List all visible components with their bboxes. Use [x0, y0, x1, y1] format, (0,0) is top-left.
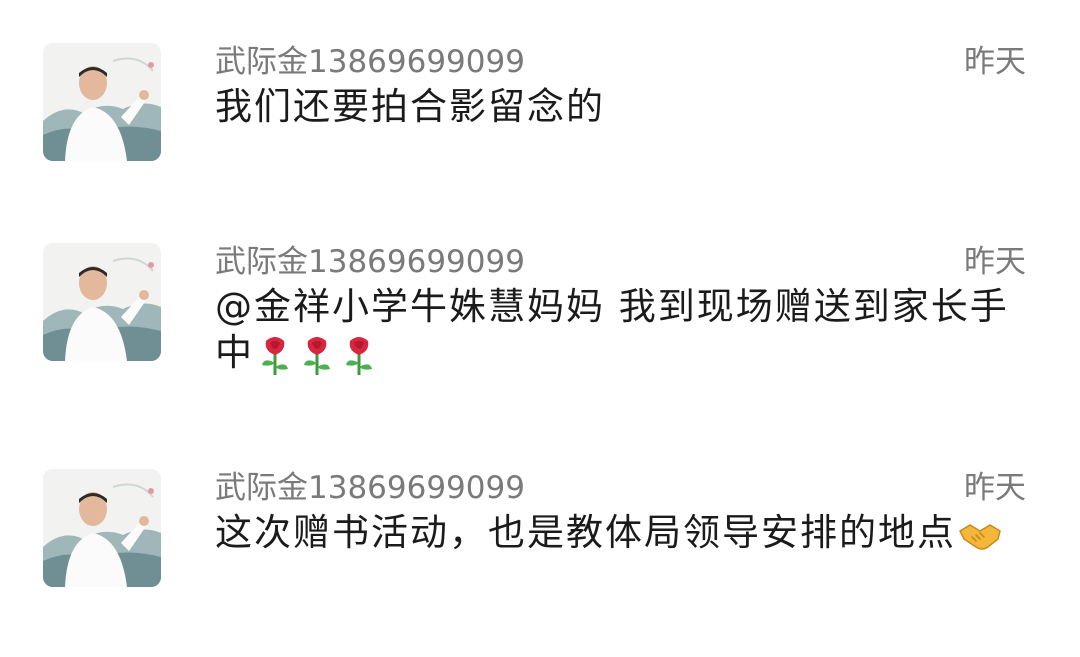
- comment-text-content: @金祥小学牛姝慧妈妈 我到现场赠送到家长手中: [215, 285, 1009, 374]
- comment-feed: 武际金13869699099 昨天 我们还要拍合影留念的 武际金13869699…: [0, 0, 1080, 657]
- comment-author[interactable]: 武际金13869699099: [215, 469, 525, 507]
- comment-time: 昨天: [964, 244, 1026, 280]
- avatar[interactable]: [43, 43, 161, 161]
- comment-text: 这次赠书活动，也是教体局领导安排的地点: [215, 510, 1030, 556]
- rose-icon: [300, 335, 334, 375]
- comment-time: 昨天: [964, 470, 1026, 506]
- comment-time: 昨天: [964, 44, 1026, 80]
- avatar[interactable]: [43, 243, 161, 361]
- comment-author[interactable]: 武际金13869699099: [215, 243, 525, 281]
- handshake-icon: [958, 517, 1002, 553]
- rose-icon: [258, 335, 292, 375]
- comment-text-content: 这次赠书活动，也是教体局领导安排的地点: [215, 511, 956, 554]
- comment-text: @金祥小学牛姝慧妈妈 我到现场赠送到家长手中: [215, 284, 1030, 376]
- rose-icon: [342, 335, 376, 375]
- comment-author[interactable]: 武际金13869699099: [215, 43, 525, 81]
- comment-text: 我们还要拍合影留念的: [215, 84, 1030, 130]
- comment-text-content: 我们还要拍合影留念的: [215, 85, 605, 128]
- avatar[interactable]: [43, 469, 161, 587]
